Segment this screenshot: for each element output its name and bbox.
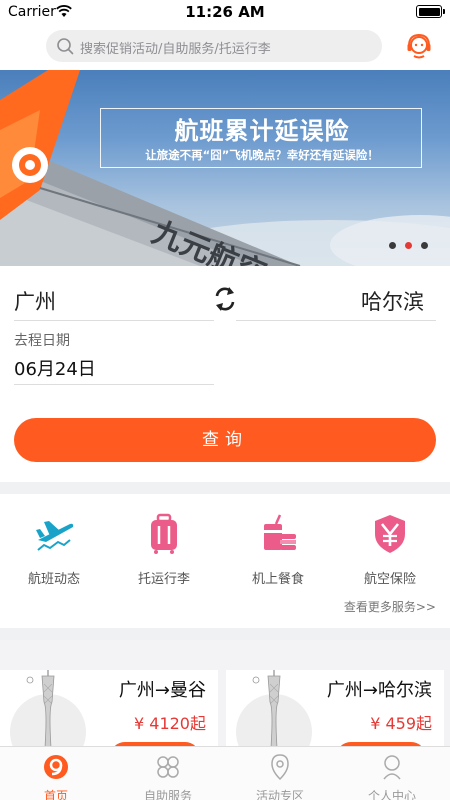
- services-section: 航班动态 托运行李 机上餐食 航空保险 查看更多服务>>: [0, 494, 450, 628]
- status-time: 11:26 AM: [185, 3, 265, 21]
- search-flights-button[interactable]: 查询: [14, 418, 436, 462]
- service-label: 航班动态: [27, 572, 80, 587]
- date-label: 去程日期: [14, 333, 70, 349]
- banner-title: 航班累计延误险: [174, 117, 350, 145]
- deal-route: 广州→哈尔滨: [326, 680, 432, 701]
- service-meals[interactable]: 机上餐食: [238, 512, 318, 587]
- banner-subtitle: 让旅途不再“囧”飞机晚点？幸好还有延误险！: [145, 148, 379, 162]
- service-insurance[interactable]: 航空保险: [350, 512, 430, 587]
- service-baggage[interactable]: 托运行李: [124, 512, 204, 587]
- tab-label: 活动专区: [255, 789, 304, 800]
- divider: [236, 320, 436, 321]
- deal-card[interactable]: 广州→曼谷 ¥ 4120起: [0, 670, 218, 746]
- bottom-tab-bar: 首页 自助服务 活动专区 个人中心: [0, 746, 450, 800]
- canton-tower-image: [10, 670, 86, 746]
- service-label: 航空保险: [363, 572, 416, 587]
- tab-self-service[interactable]: 自助服务: [112, 753, 224, 800]
- deal-price: ¥ 4120起: [134, 714, 206, 733]
- service-flight-status[interactable]: 航班动态: [14, 512, 94, 587]
- deal-price: ¥ 459起: [370, 714, 432, 733]
- tab-label: 自助服务: [143, 789, 192, 800]
- tab-label: 首页: [43, 789, 68, 800]
- search-placeholder: 搜索促销活动/自助服务/托运行李: [80, 42, 271, 57]
- tab-events[interactable]: 活动专区: [224, 753, 336, 800]
- canton-tower-image: [236, 670, 312, 746]
- banner-textbox: 航班累计延误险 让旅途不再“囧”飞机晚点？幸好还有延误险！: [100, 108, 422, 168]
- luggage-icon: [151, 513, 177, 554]
- tab-label: 个人中心: [367, 789, 416, 800]
- customer-service-icon[interactable]: [406, 32, 432, 60]
- divider: [14, 384, 214, 385]
- search-icon: [57, 38, 74, 55]
- tab-home[interactable]: 首页: [0, 753, 112, 800]
- search-input[interactable]: 搜索促销活动/自助服务/托运行李: [46, 30, 382, 62]
- promo-banner[interactable]: 九元航空 航班累计延误险 让旅途不再“囧”飞机晚点？幸好还有延误险！: [0, 70, 450, 266]
- more-services-link[interactable]: 查看更多服务>>: [344, 598, 436, 615]
- plane-takeoff-icon: [36, 521, 74, 551]
- banner-dot[interactable]: [389, 242, 396, 249]
- service-label: 托运行李: [137, 572, 190, 587]
- deal-card[interactable]: 广州→哈尔滨 ¥ 459起: [226, 670, 444, 746]
- service-label: 机上餐食: [251, 572, 304, 587]
- departure-date[interactable]: 06月24日: [14, 355, 96, 381]
- deal-route: 广州→曼谷: [118, 680, 206, 701]
- section-divider: [0, 482, 450, 494]
- tab-profile[interactable]: 个人中心: [336, 753, 448, 800]
- self-service-icon: [157, 756, 179, 778]
- swap-cities-icon[interactable]: [212, 284, 238, 314]
- meal-icon: [264, 514, 296, 550]
- section-divider: [0, 628, 450, 640]
- profile-icon: [383, 755, 401, 780]
- banner-dot-active[interactable]: [405, 242, 412, 249]
- events-icon: [271, 754, 289, 781]
- insurance-shield-icon: [375, 515, 405, 553]
- arrival-city[interactable]: 哈尔滨: [361, 286, 424, 316]
- departure-city[interactable]: 广州: [14, 286, 56, 316]
- divider: [14, 320, 214, 321]
- status-bar: Carrier 11:26 AM: [0, 0, 450, 24]
- deals-section: 广州→曼谷 ¥ 4120起 广州→哈尔滨 ¥ 459起: [0, 640, 450, 746]
- home-logo-icon: [44, 755, 68, 779]
- battery-icon: [416, 5, 445, 18]
- flight-search-form: 广州 哈尔滨 去程日期 06月24日 查询: [0, 266, 450, 482]
- banner-dot[interactable]: [421, 242, 428, 249]
- search-header: 搜索促销活动/自助服务/托运行李: [0, 24, 450, 70]
- banner-page-indicator[interactable]: [380, 234, 428, 253]
